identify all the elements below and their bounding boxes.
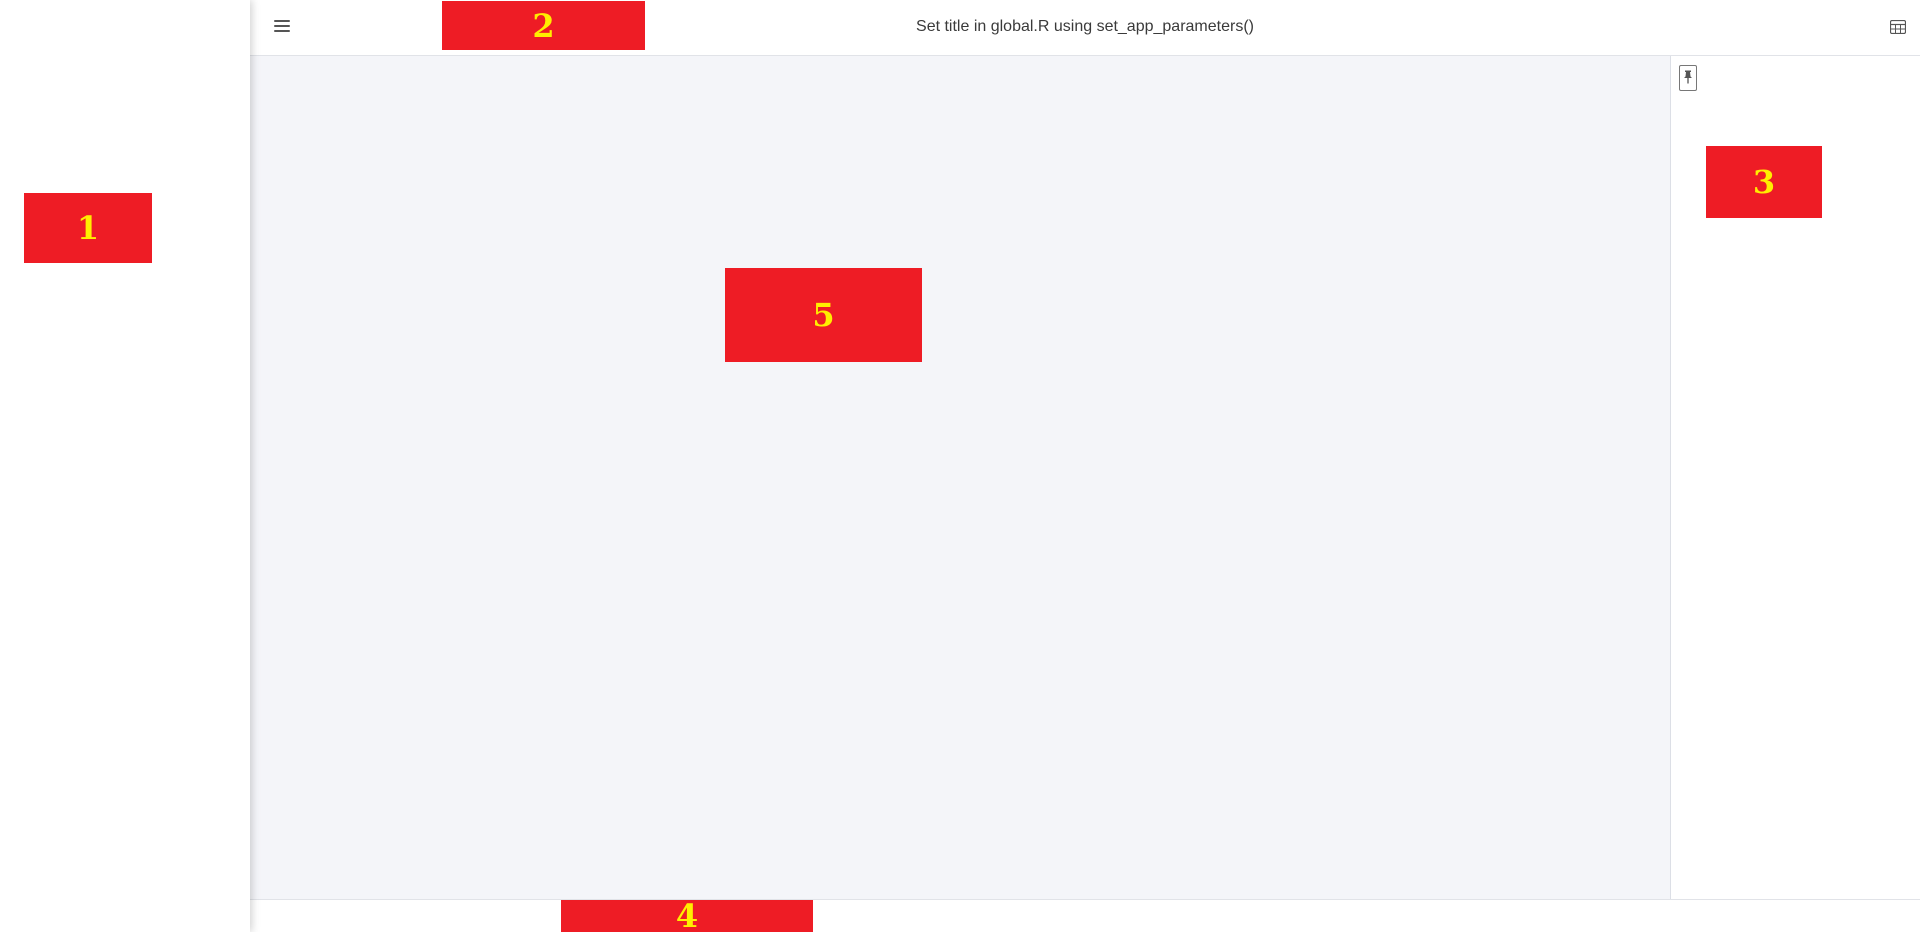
annotation-marker-4: 4	[561, 897, 813, 932]
pin-button[interactable]	[1679, 65, 1697, 91]
annotation-marker-2: 2	[442, 1, 645, 50]
annotation-marker-3: 3	[1706, 146, 1822, 218]
app-root: Set title in global.R using set_app_para…	[0, 0, 1920, 932]
annotation-marker-5: 5	[725, 268, 922, 362]
annotation-marker-1: 1	[24, 193, 152, 263]
left-sidebar	[0, 0, 250, 932]
table-icon[interactable]	[1889, 19, 1907, 35]
main-content-area	[250, 56, 1670, 899]
pin-icon	[1684, 70, 1692, 84]
footer-bar	[250, 899, 1920, 932]
